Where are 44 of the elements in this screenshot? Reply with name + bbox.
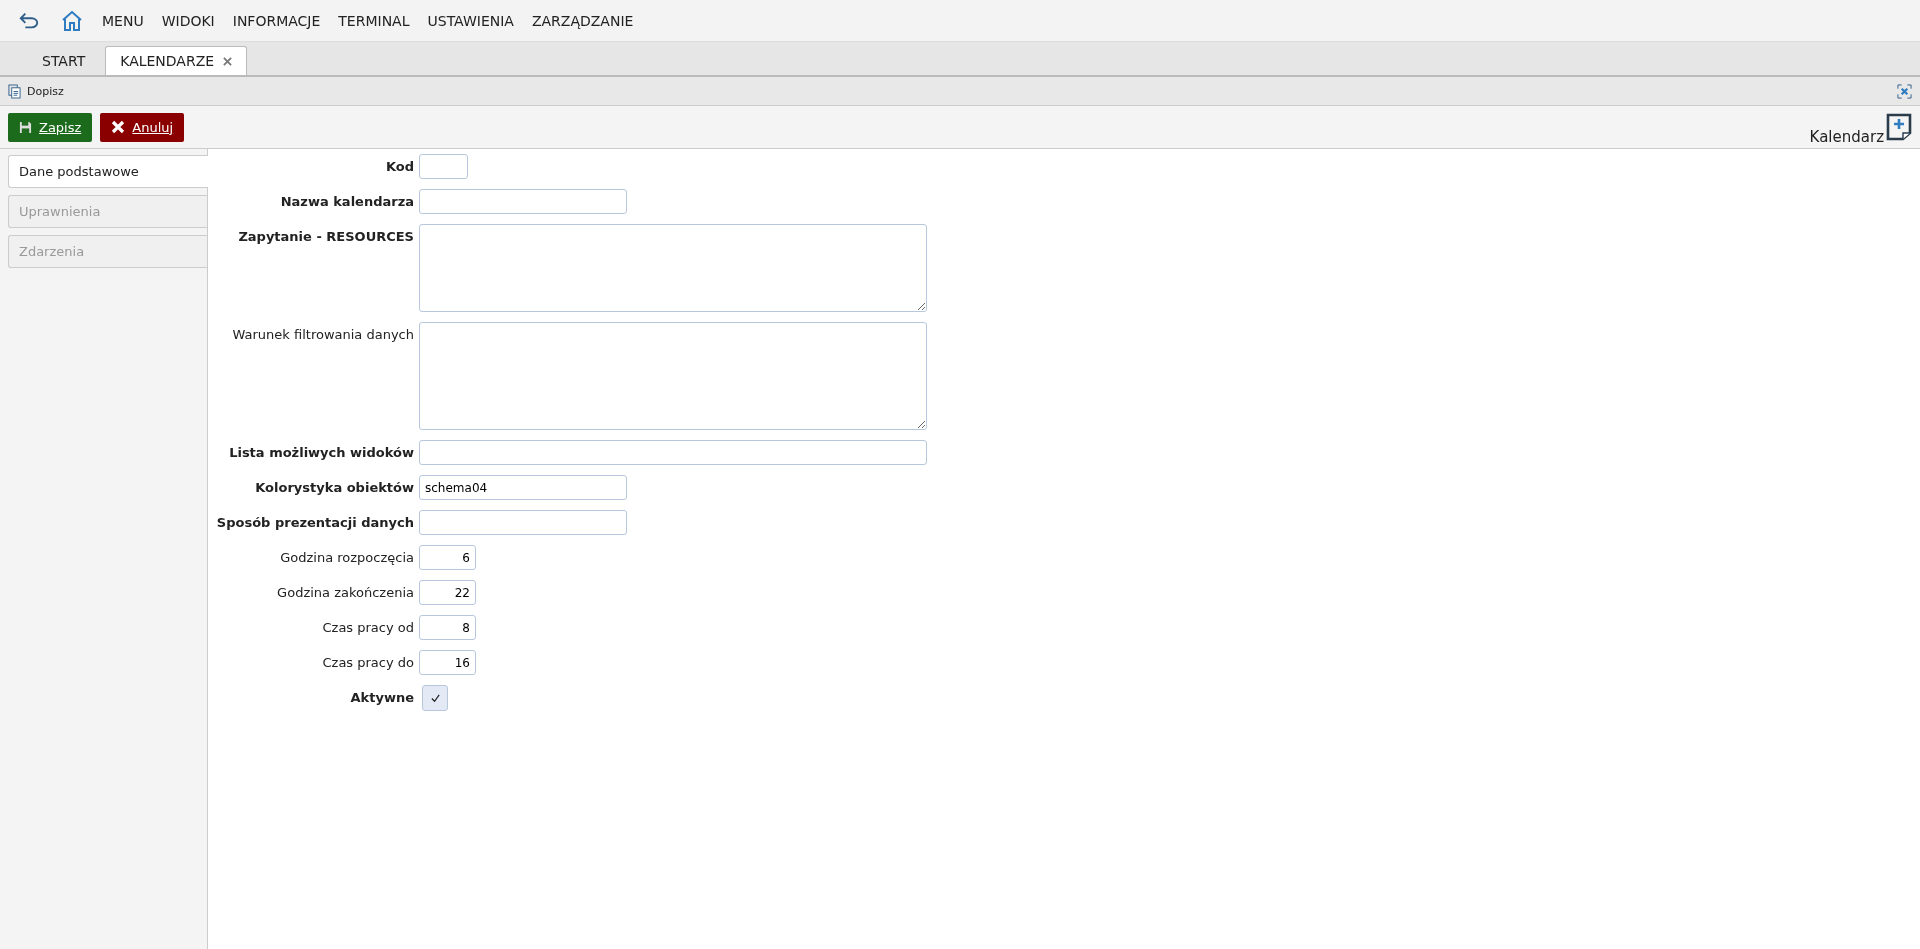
input-field[interactable] [419, 510, 627, 535]
checkmark-icon [429, 692, 441, 704]
form-title: Kalendarz [1809, 128, 1884, 146]
add-document-icon [1886, 113, 1912, 141]
menu-item[interactable]: WIDOKI [161, 12, 215, 29]
checkbox[interactable] [422, 685, 448, 711]
field-label: Godzina zakończenia [276, 584, 414, 600]
text-area[interactable] [419, 322, 927, 430]
menu-item[interactable]: ZARZĄDZANIE [531, 12, 634, 29]
field-label: Czas pracy do [321, 654, 414, 670]
field-label: Kolorystyka obiektów [254, 479, 414, 495]
field-label: Warunek filtrowania danych [231, 326, 414, 342]
panel-title: Dopisz [27, 84, 64, 98]
field-label: Zapytanie - RESOURCES [237, 228, 414, 244]
close-icon[interactable] [223, 56, 233, 66]
field-label: Aktywne [349, 689, 414, 705]
number-field[interactable]: 16 [419, 650, 476, 675]
tab[interactable]: START [28, 47, 100, 75]
input-field[interactable]: schema04 [419, 475, 627, 500]
field-label: Godzina rozpoczęcia [279, 549, 414, 565]
close-icon [111, 120, 126, 134]
action-button[interactable]: Zapisz [8, 112, 93, 142]
menu-item[interactable]: TERMINAL [338, 12, 410, 29]
text-area[interactable] [419, 224, 927, 312]
input-field[interactable] [419, 440, 927, 465]
input-field[interactable] [419, 189, 627, 214]
field-label: Lista możliwych widoków [228, 444, 414, 460]
home-icon[interactable] [60, 8, 84, 33]
number-field[interactable]: 22 [419, 580, 476, 605]
menu-item[interactable]: INFORMACJE [232, 12, 321, 29]
input-field[interactable] [419, 154, 468, 179]
number-field[interactable]: 6 [419, 545, 476, 570]
tab[interactable]: KALENDARZE [105, 46, 248, 75]
collapse-icon[interactable] [1897, 83, 1912, 99]
action-button[interactable]: Anuluj [100, 112, 185, 142]
field-label: Sposób prezentacji danych [215, 514, 414, 530]
menu-item[interactable]: USTAWIENIA [427, 12, 514, 29]
menu-item[interactable]: MENU [102, 12, 144, 29]
field-label: Kod [384, 158, 414, 174]
field-label: Nazwa kalendarza [279, 193, 414, 209]
document-icon [8, 83, 21, 99]
section-tab[interactable]: Dane podstawowe [8, 155, 208, 188]
field-label: Czas pracy od [321, 619, 414, 635]
number-field[interactable]: 8 [419, 615, 476, 640]
